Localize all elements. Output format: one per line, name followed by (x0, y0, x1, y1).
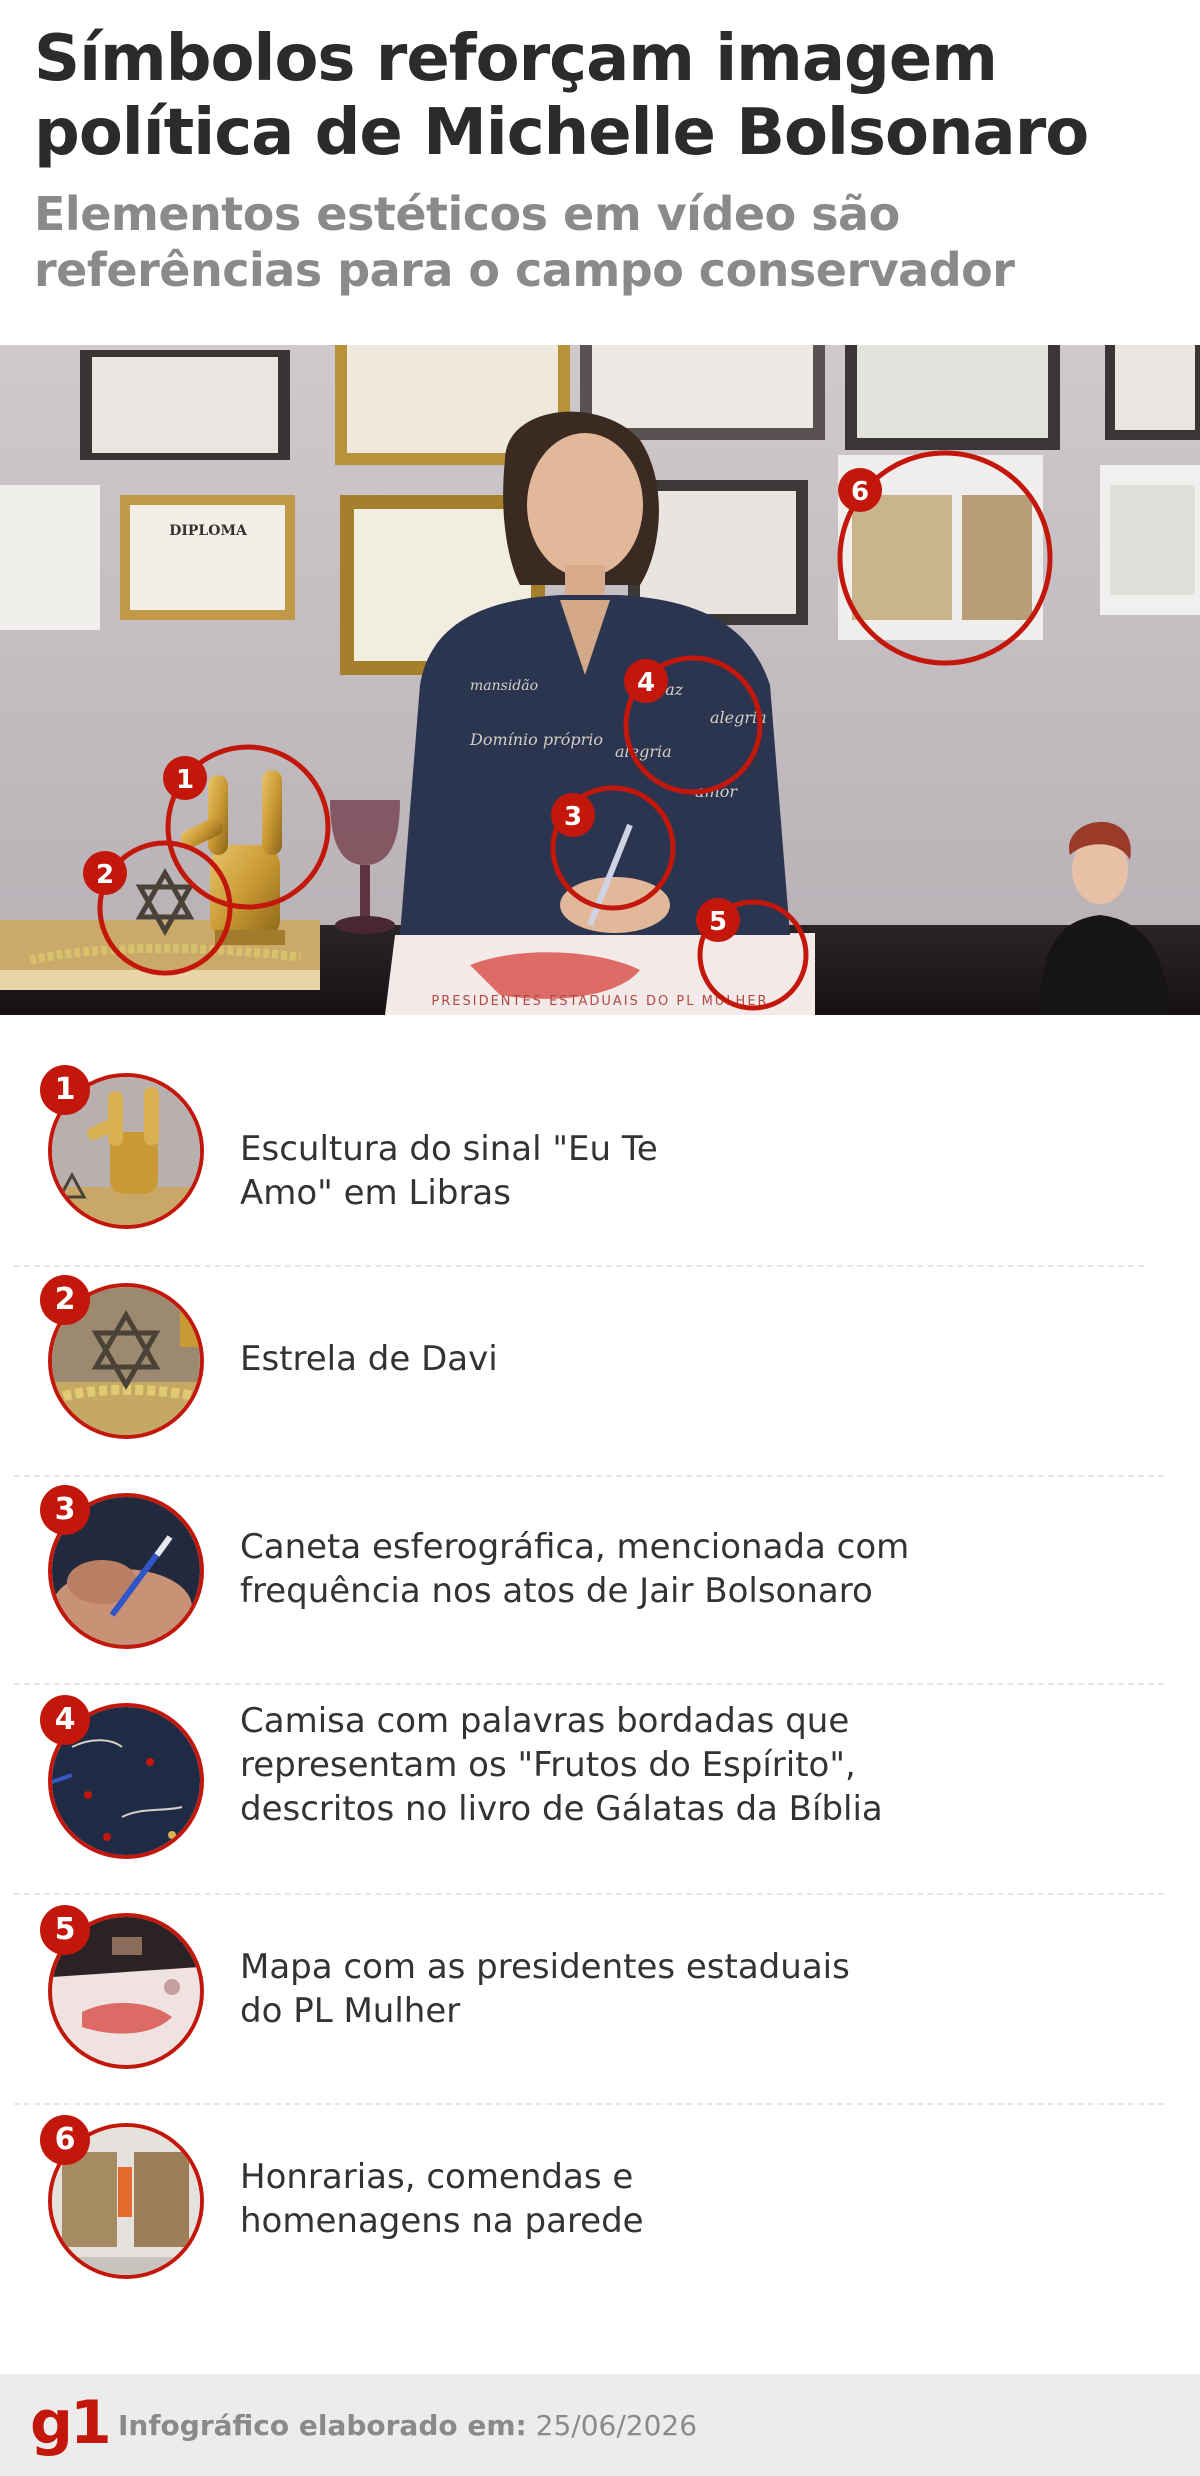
page-title: Símbolos reforçam imagem política de Mic… (34, 22, 1089, 170)
photo-badge-5: 5 (709, 907, 727, 937)
list-item-4: 4 Camisa com palavras bordadas que repre… (0, 1695, 1200, 1873)
header: Símbolos reforçam imagem política de Mic… (0, 0, 1200, 345)
item-badge-3: 3 (40, 1485, 90, 1535)
credit-line: Infográfico elaborado em: 25/06/2026 (118, 2408, 697, 2444)
item-badge-2: 2 (40, 1275, 90, 1325)
item-text-1: Escultura do sinal "Eu Te Amo" em Libras (240, 1129, 658, 1213)
item-text-3: Caneta esferográfica, mencionada com fre… (240, 1527, 910, 1611)
footer: g1 Infográfico elaborado em: 25/06/2026 (0, 2374, 1200, 2476)
shirt-word-alegria-1: alegria (615, 742, 672, 761)
item-badge-1: 1 (40, 1065, 90, 1115)
credit-date: 25/06/2026 (535, 2409, 698, 2442)
item-text-6: Honrarias, comendas e homenagens na pare… (240, 2157, 644, 2241)
main-photo: DIPLOMA PRESIDENTES ESTADUAIS DO PL MULH… (0, 345, 1200, 1015)
shirt-word-dominio: Domínio próprio (469, 730, 603, 749)
photo-badge-3: 3 (564, 802, 582, 832)
divider (14, 1683, 1164, 1685)
item-badge-5: 5 (40, 1905, 90, 1955)
page-subtitle: Elementos estéticos em vídeo são referên… (34, 187, 1015, 297)
list-item-3: 3 Caneta esferográfica, mencionada com f… (0, 1485, 1200, 1663)
divider (14, 1475, 1164, 1477)
photo-badge-4: 4 (637, 668, 655, 698)
divider (14, 2103, 1164, 2105)
photo-scene: DIPLOMA PRESIDENTES ESTADUAIS DO PL MULH… (0, 345, 1200, 1015)
item-text-2: Estrela de Davi (240, 1339, 498, 1379)
credit-label: Infográfico elaborado em: (118, 2409, 527, 2442)
item-badge-4: 4 (40, 1695, 90, 1745)
item-text-5: Mapa com as presidentes estaduais do PL … (240, 1947, 850, 2031)
photo-badge-2: 2 (96, 860, 114, 890)
photo-badge-1: 1 (176, 765, 194, 795)
divider (14, 1893, 1164, 1895)
photo-badge-6: 6 (851, 477, 869, 507)
divider (14, 1265, 1144, 1267)
list-item-5: 5 Mapa com as presidentes estaduais do P… (0, 1905, 1200, 2083)
list-item-6: 6 Honrarias, comendas e homenagens na pa… (0, 2115, 1200, 2293)
diploma-label: DIPLOMA (169, 523, 248, 539)
shirt-word-mansidao: mansidão (470, 678, 538, 694)
item-text-4: Camisa com palavras bordadas que represe… (240, 1701, 883, 1829)
g1-logo: g1 (30, 2388, 112, 2458)
list-item-1: 1 Escultura do sinal "Eu Te Amo" em Libr… (0, 1065, 1200, 1243)
item-badge-6: 6 (40, 2115, 90, 2165)
list-item-2: 2 Estrela de Davi (0, 1275, 1200, 1453)
